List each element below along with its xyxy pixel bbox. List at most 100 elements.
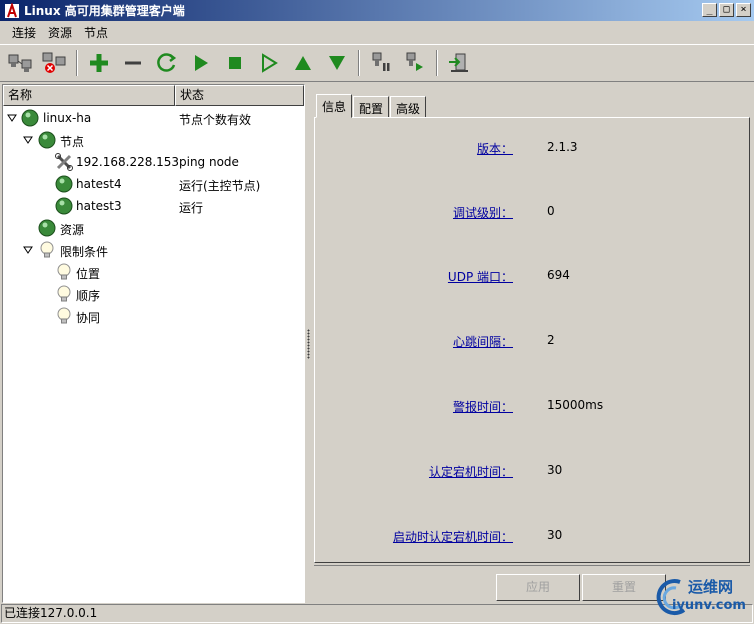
expanded-arrow-icon[interactable]	[7, 113, 17, 123]
tree-row-constraints[interactable]: 限制条件	[3, 239, 303, 261]
field-value-init-dead-time: 30	[547, 528, 563, 542]
field-value-udp-port: 694	[547, 268, 570, 282]
field-label-heartbeat-interval[interactable]: 心跳间隔：	[453, 333, 513, 350]
cluster-tree: 名称 状态 linux-ha 节点个数有效 节点 192.168.228.153…	[2, 84, 305, 603]
remove-icon	[125, 61, 141, 65]
title-bar: Linux 高可用集群管理客户端 _ □ ×	[0, 0, 754, 21]
bulb-icon	[57, 285, 71, 302]
move-down-icon	[329, 56, 345, 70]
field-label-version[interactable]: 版本：	[477, 140, 513, 157]
tree-row-order[interactable]: 顺序	[3, 283, 303, 305]
remove-button[interactable]	[118, 48, 148, 78]
tree-header: 名称 状态	[3, 85, 304, 106]
bulb-icon	[57, 263, 71, 280]
field-label-warn-time[interactable]: 警报时间：	[453, 398, 513, 415]
tree-label: linux-ha	[43, 111, 92, 125]
field-value-debug-level: 0	[547, 204, 555, 218]
toolbar-separator	[358, 50, 360, 76]
exit-icon	[449, 53, 468, 72]
start-button[interactable]	[186, 48, 216, 78]
cluster-icon	[21, 109, 39, 127]
tree-label: 192.168.228.153	[76, 155, 180, 169]
detail-pane: 信息 配置 高级 版本： 2.1.3 调试级别： 0 UDP 端口： 694 心…	[312, 84, 752, 603]
column-header-name[interactable]: 名称	[3, 85, 175, 106]
expanded-arrow-icon[interactable]	[23, 135, 33, 145]
apply-button[interactable]: 应用	[496, 574, 580, 601]
field-value-warn-time: 15000ms	[547, 398, 604, 412]
connect-icon	[8, 54, 32, 72]
field-label-udp-port[interactable]: UDP 端口：	[448, 268, 513, 285]
tree-status: 节点个数有效	[179, 113, 252, 127]
maximize-button[interactable]: □	[719, 3, 734, 17]
tab-strip: 信息 配置 高级	[316, 94, 427, 118]
tree-label: 节点	[60, 135, 85, 149]
stop-icon	[229, 57, 241, 69]
window-title: Linux 高可用集群管理客户端	[24, 4, 185, 18]
toolbar-separator	[76, 50, 78, 76]
bulb-icon	[57, 307, 71, 324]
tree-status: 运行	[179, 201, 204, 215]
status-bar: 已连接127.0.0.1	[1, 604, 753, 623]
field-value-version: 2.1.3	[547, 140, 578, 154]
watermark-logo: 运维网 iyunv.com	[650, 574, 750, 620]
stop-button[interactable]	[220, 48, 250, 78]
tab-info[interactable]: 信息	[316, 94, 353, 118]
tree-label: 位置	[76, 267, 101, 281]
toolbar-separator	[436, 50, 438, 76]
field-label-dead-time[interactable]: 认定宕机时间：	[429, 463, 513, 480]
menu-bar: 连接 资源 节点	[0, 22, 754, 42]
tree-row-nodes[interactable]: 节点	[3, 129, 303, 151]
expanded-arrow-icon[interactable]	[23, 245, 33, 255]
tree-status: 运行(主控节点)	[179, 179, 261, 193]
field-value-dead-time: 30	[547, 463, 563, 477]
watermark-swirl-icon	[656, 579, 686, 616]
active-button[interactable]	[400, 48, 430, 78]
tree-row-ping-node[interactable]: 192.168.228.153 ping node	[3, 151, 303, 173]
nodes-icon	[38, 131, 56, 149]
move-up-button[interactable]	[288, 48, 318, 78]
tree-label: 协同	[76, 311, 101, 325]
tab-config[interactable]: 配置	[353, 96, 390, 118]
active-icon	[406, 52, 423, 71]
resources-icon	[38, 219, 56, 237]
ping-node-icon	[55, 153, 73, 171]
tree-label: 限制条件	[60, 245, 109, 259]
toolbar	[0, 44, 754, 82]
tab-advanced[interactable]: 高级	[390, 96, 427, 118]
info-panel: 版本： 2.1.3 调试级别： 0 UDP 端口： 694 心跳间隔： 2 警报…	[314, 117, 750, 563]
exit-button[interactable]	[444, 48, 474, 78]
refresh-icon	[157, 53, 177, 72]
tree-label: 资源	[60, 223, 85, 237]
connect-button[interactable]	[6, 48, 36, 78]
field-label-debug-level[interactable]: 调试级别：	[453, 204, 513, 221]
menu-connect[interactable]: 连接	[6, 24, 42, 41]
standby-icon	[372, 52, 390, 71]
column-header-status[interactable]: 状态	[175, 85, 304, 106]
field-value-heartbeat-interval: 2	[547, 333, 555, 347]
menu-nodes[interactable]: 节点	[78, 24, 114, 41]
tree-row-hatest4[interactable]: hatest4 运行(主控节点)	[3, 173, 303, 195]
tree-row-resources[interactable]: 资源	[3, 217, 303, 239]
refresh-button[interactable]	[152, 48, 182, 78]
standby-button[interactable]	[366, 48, 396, 78]
minimize-button[interactable]: _	[702, 3, 717, 17]
tree-row-location[interactable]: 位置	[3, 261, 303, 283]
start-icon	[195, 55, 208, 71]
add-button[interactable]	[84, 48, 114, 78]
node-running-icon	[55, 197, 73, 215]
constraints-icon	[40, 241, 54, 258]
tree-status: ping node	[179, 155, 239, 169]
default-icon	[262, 53, 278, 73]
field-label-init-dead-time[interactable]: 启动时认定宕机时间：	[393, 528, 513, 545]
close-button[interactable]: ×	[736, 3, 751, 17]
tree-row-colocation[interactable]: 协同	[3, 305, 303, 327]
tree-label: hatest4	[76, 177, 122, 191]
tree-row-hatest3[interactable]: hatest3 运行	[3, 195, 303, 217]
move-down-button[interactable]	[322, 48, 352, 78]
disconnect-button[interactable]	[40, 48, 70, 78]
menu-resources[interactable]: 资源	[42, 24, 78, 41]
tree-row-linux-ha[interactable]: linux-ha 节点个数有效	[3, 107, 303, 129]
splitter-grip[interactable]	[307, 329, 310, 359]
default-button[interactable]	[254, 48, 284, 78]
node-running-icon	[55, 175, 73, 193]
